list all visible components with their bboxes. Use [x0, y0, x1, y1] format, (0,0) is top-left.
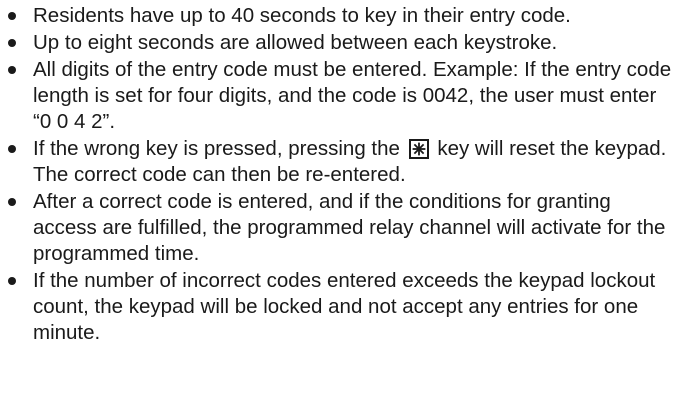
list-item: All digits of the entry code must be ent…: [0, 57, 682, 135]
list-item-text-before: If the wrong key is pressed, pressing th…: [33, 137, 400, 160]
bullet-icon: [8, 66, 16, 74]
document-body: Residents have up to 40 seconds to key i…: [0, 3, 682, 347]
list-item-text: Up to eight seconds are allowed between …: [33, 31, 558, 54]
bullet-icon: [8, 198, 16, 206]
bullet-icon: [8, 12, 16, 20]
bullet-icon: [8, 145, 16, 153]
list-item: Up to eight seconds are allowed between …: [0, 30, 682, 56]
asterisk-key-icon: [408, 139, 429, 159]
list-item: Residents have up to 40 seconds to key i…: [0, 3, 682, 29]
bullet-icon: [8, 39, 16, 47]
list-item: If the number of incorrect codes entered…: [0, 268, 682, 346]
bullet-icon: [8, 277, 16, 285]
list-item-text: After a correct code is entered, and if …: [33, 190, 666, 265]
bullet-list: Residents have up to 40 seconds to key i…: [0, 3, 682, 346]
list-item: If the wrong key is pressed, pressing th…: [0, 136, 682, 188]
list-item-text: All digits of the entry code must be ent…: [33, 58, 672, 133]
list-item-text: Residents have up to 40 seconds to key i…: [33, 4, 571, 27]
list-item: After a correct code is entered, and if …: [0, 189, 682, 267]
list-item-text: If the number of incorrect codes entered…: [33, 269, 656, 344]
